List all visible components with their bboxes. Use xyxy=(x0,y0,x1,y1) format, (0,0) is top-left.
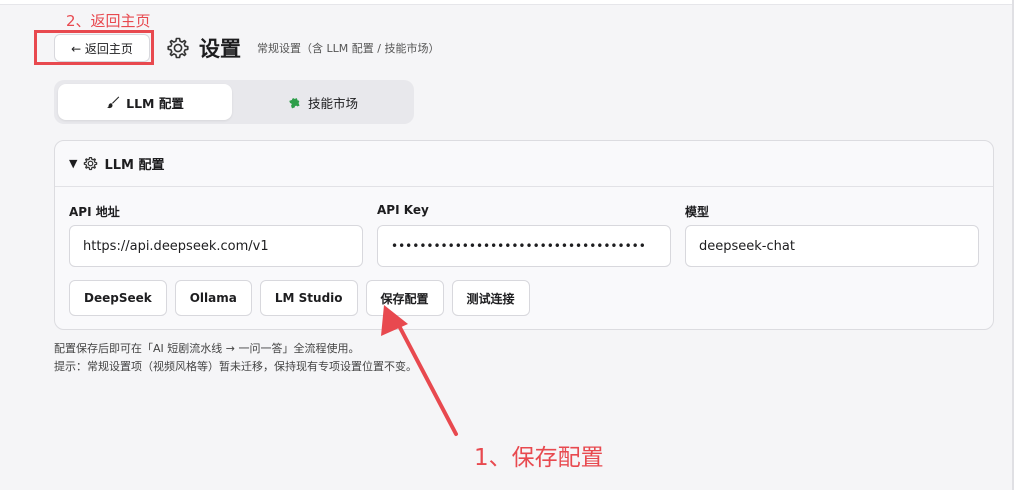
window-top-edge xyxy=(0,0,1014,5)
tab-llm-label: LLM 配置 xyxy=(126,95,184,111)
preset-lmstudio-button[interactable]: LM Studio xyxy=(259,280,358,316)
llm-config-panel: ▼ LLM 配置 API 地址 https://api.deepseek.com… xyxy=(54,140,994,330)
page-subtitle: 常规设置（含 LLM 配置 / 技能市场） xyxy=(257,42,440,55)
annotation-highlight-box xyxy=(34,30,154,65)
api-key-value: •••••••••••••••••••••••••••••••••••• xyxy=(391,239,646,253)
gear-icon xyxy=(84,156,98,171)
llm-panel-header[interactable]: ▼ LLM 配置 xyxy=(55,141,993,187)
tab-skill-label: 技能市场 xyxy=(307,95,358,111)
model-input[interactable]: deepseek-chat xyxy=(685,225,979,267)
preset-deepseek-button[interactable]: DeepSeek xyxy=(69,280,167,316)
hint-line-2: 提示：常规设置项（视频风格等）暂未迁移，保持现有专项设置位置不变。 xyxy=(54,360,417,373)
preset-ollama-button[interactable]: Ollama xyxy=(174,280,252,316)
annotation-back-note: 2、返回主页 xyxy=(66,12,151,30)
page-title: 设置 xyxy=(199,37,241,61)
puzzle-icon xyxy=(289,98,300,109)
api-url-value: https://api.deepseek.com/v1 xyxy=(83,238,269,254)
api-key-label: API Key xyxy=(377,203,429,217)
settings-tabs: LLM 配置 技能市场 xyxy=(54,80,414,124)
model-label: 模型 xyxy=(685,205,710,219)
annotation-save-note: 1、保存配置 xyxy=(474,445,604,471)
preset-button-row: DeepSeek Ollama LM Studio 保存配置 测试连接 xyxy=(69,280,530,316)
save-config-button[interactable]: 保存配置 xyxy=(365,280,444,316)
gear-icon xyxy=(167,37,189,59)
model-value: deepseek-chat xyxy=(699,238,795,254)
brush-icon xyxy=(107,96,120,109)
api-url-label: API 地址 xyxy=(69,205,120,219)
api-key-input[interactable]: •••••••••••••••••••••••••••••••••••• xyxy=(377,225,671,267)
llm-panel-title: LLM 配置 xyxy=(104,158,165,173)
api-url-input[interactable]: https://api.deepseek.com/v1 xyxy=(69,225,363,267)
collapse-caret-icon: ▼ xyxy=(69,157,78,170)
hint-line-1: 配置保存后即可在「AI 短剧流水线 → 一问一答」全流程使用。 xyxy=(54,342,360,355)
test-connection-button[interactable]: 测试连接 xyxy=(451,280,530,316)
tab-llm-config[interactable]: LLM 配置 xyxy=(58,84,232,120)
tab-skill-market[interactable]: 技能市场 xyxy=(236,84,410,120)
